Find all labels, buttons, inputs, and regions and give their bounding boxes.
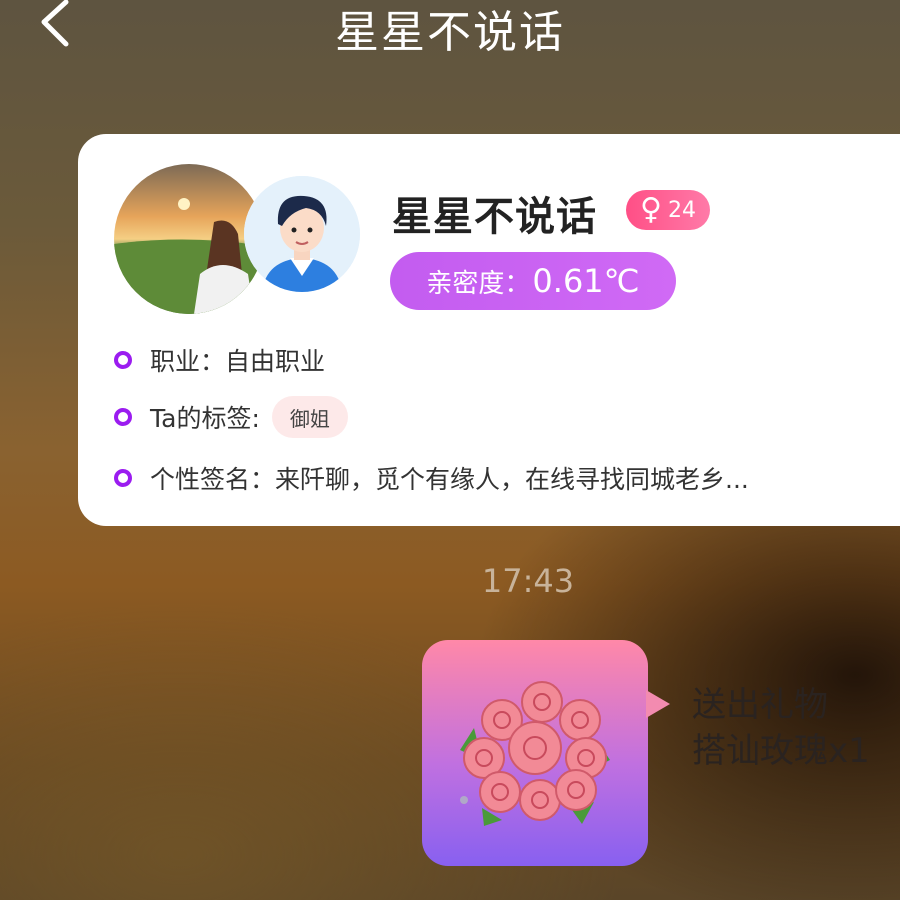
gift-line-2: 搭讪玫瑰x1 [692,731,870,771]
tags-row: Ta的标签: 御姐 [114,396,348,438]
gift-message-bubble[interactable] [422,640,648,866]
tag-chip[interactable]: 御姐 [271,396,348,438]
intimacy-value: 0.61℃ [532,262,640,300]
tags-label: Ta的标签: [150,404,260,433]
rose-bouquet-icon [460,681,610,826]
gift-caption: 送出礼物 搭讪玫瑰x1 [692,682,870,774]
profile-card[interactable]: 星星不说话 ♀ 24 亲密度： 0.61℃ 职业：自由职业 Ta的标签: 御姐 … [78,134,900,526]
job-row: 职业：自由职业 [114,342,325,378]
message-timestamp: 17:43 [481,562,575,600]
gender-age-badge: ♀ 24 [626,190,710,230]
job-text: 职业：自由职业 [150,347,326,376]
bullet-icon [114,408,132,426]
female-icon: ♀ [640,192,662,227]
header: 星星不说话 [0,0,900,60]
avatar-him[interactable] [244,176,360,292]
page-title: 星星不说话 [335,7,565,58]
bullet-icon [114,469,132,487]
avatar-her[interactable] [114,164,264,314]
profile-name: 星星不说话 [392,194,597,240]
bullet-icon [114,351,132,369]
age-value: 24 [667,197,696,223]
signature-row: 个性签名：来阡聊，觅个有缘人，在线寻找同城老乡... [114,460,749,496]
gift-line-1: 送出礼物 [692,685,828,725]
intimacy-badge: 亲密度： 0.61℃ [390,252,676,310]
signature-text: 个性签名：来阡聊，觅个有缘人，在线寻找同城老乡... [150,465,749,494]
bubble-tail [646,690,670,718]
intimacy-label: 亲密度： [426,268,531,299]
